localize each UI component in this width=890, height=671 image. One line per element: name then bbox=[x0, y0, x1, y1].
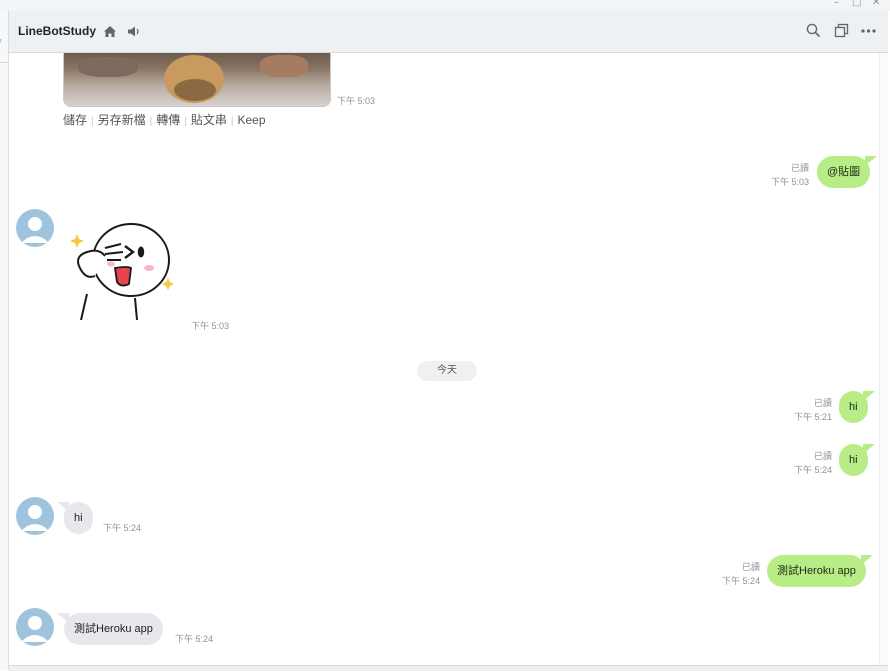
hand-image bbox=[260, 55, 308, 77]
forward-link[interactable]: 轉傳 bbox=[156, 113, 180, 127]
avatar[interactable] bbox=[16, 209, 54, 247]
cat-body-image bbox=[78, 57, 138, 77]
outgoing-bubble[interactable]: hi bbox=[839, 391, 875, 423]
outgoing-bubble[interactable]: hi bbox=[839, 444, 875, 476]
message-time: 下午 5:24 bbox=[103, 523, 142, 533]
input-area-edge bbox=[9, 665, 888, 671]
default-avatar-icon bbox=[21, 616, 49, 642]
default-avatar-icon bbox=[21, 217, 49, 243]
read-receipt: 已讀 bbox=[741, 562, 760, 572]
minimize-icon[interactable]: – bbox=[834, 0, 839, 8]
avatar[interactable] bbox=[16, 608, 54, 646]
save-link[interactable]: 儲存 bbox=[63, 113, 87, 127]
speaker-icon[interactable] bbox=[127, 25, 141, 38]
photo-actions: 儲存 | 另存新檔 | 轉傳 | 貼文串 | Keep bbox=[63, 113, 266, 127]
message-time: 下午 5:03 bbox=[337, 96, 376, 106]
chat-list-panel-collapsed[interactable]: ‹ bbox=[0, 11, 9, 670]
home-icon[interactable] bbox=[103, 25, 117, 38]
avatar[interactable] bbox=[16, 497, 54, 535]
cat-paw-pad bbox=[174, 79, 216, 101]
message-time: 下午 5:03 bbox=[191, 321, 230, 331]
copy-icon[interactable] bbox=[834, 23, 849, 38]
collapse-arrow-icon[interactable]: ‹ bbox=[0, 35, 2, 45]
read-receipt: 已讀 bbox=[813, 398, 832, 408]
scrollbar[interactable] bbox=[879, 53, 889, 665]
keep-link[interactable]: Keep bbox=[238, 113, 266, 127]
read-receipt: 已讀 bbox=[813, 451, 832, 461]
default-avatar-icon bbox=[21, 505, 49, 531]
close-icon[interactable]: ✕ bbox=[872, 0, 880, 8]
message-time: 下午 5:24 bbox=[793, 465, 832, 475]
outgoing-bubble[interactable]: 測試Heroku app bbox=[767, 555, 873, 587]
date-separator: 今天 bbox=[417, 361, 477, 381]
chat-title: LineBotStudy bbox=[18, 24, 96, 38]
message-time: 下午 5:24 bbox=[721, 576, 760, 586]
message-time: 下午 5:21 bbox=[793, 412, 832, 422]
search-icon[interactable] bbox=[806, 23, 821, 38]
chat-header: LineBotStudy bbox=[9, 11, 888, 53]
message-time: 下午 5:24 bbox=[175, 634, 214, 644]
more-icon[interactable] bbox=[861, 29, 876, 33]
photo-message[interactable] bbox=[63, 53, 331, 107]
save-as-link[interactable]: 另存新檔 bbox=[98, 113, 146, 127]
post-to-timeline-link[interactable]: 貼文串 bbox=[191, 113, 227, 127]
maximize-icon[interactable]: □ bbox=[852, 0, 861, 8]
incoming-bubble[interactable]: 測試Heroku app bbox=[57, 613, 163, 645]
incoming-bubble[interactable]: hi bbox=[57, 502, 93, 534]
outgoing-bubble[interactable]: @貼圖 bbox=[817, 156, 878, 188]
read-receipt: 已讀 bbox=[790, 163, 809, 173]
window-title-bar: – □ ✕ bbox=[0, 0, 890, 11]
moon-salute-sticker[interactable] bbox=[65, 218, 185, 326]
divider bbox=[0, 62, 8, 63]
message-time: 下午 5:03 bbox=[770, 177, 809, 187]
message-list[interactable]: 下午 5:03 儲存 | 另存新檔 | 轉傳 | 貼文串 | Keep 已讀 下午 5:03 @… bbox=[9, 53, 879, 665]
